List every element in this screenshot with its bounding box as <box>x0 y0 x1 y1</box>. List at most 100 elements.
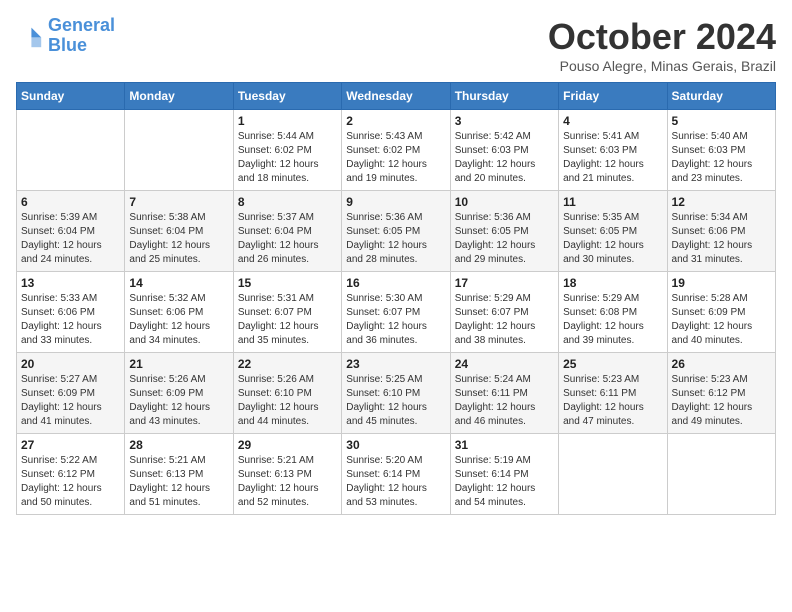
day-number: 8 <box>238 195 337 209</box>
day-number: 1 <box>238 114 337 128</box>
logo: General Blue <box>16 16 115 56</box>
day-info: Sunrise: 5:41 AM Sunset: 6:03 PM Dayligh… <box>563 130 662 186</box>
logo-line1: General <box>48 15 115 35</box>
day-info: Sunrise: 5:27 AM Sunset: 6:09 PM Dayligh… <box>21 373 120 429</box>
day-number: 16 <box>346 276 445 290</box>
day-info: Sunrise: 5:42 AM Sunset: 6:03 PM Dayligh… <box>455 130 554 186</box>
day-number: 14 <box>129 276 228 290</box>
calendar-cell: 30Sunrise: 5:20 AM Sunset: 6:14 PM Dayli… <box>342 434 450 515</box>
day-number: 18 <box>563 276 662 290</box>
calendar-cell: 15 Sunrise: 5:31 AM Sunset: 6:07 PM Dayli… <box>233 272 341 353</box>
logo-line2: Blue <box>48 35 87 55</box>
day-info: Sunrise: 5:23 AM Sunset: 6:11 PM Dayligh… <box>563 373 662 429</box>
day-number: 13 <box>21 276 120 290</box>
day-info: Sunrise: 5:43 AM Sunset: 6:02 PM Dayligh… <box>346 130 445 186</box>
day-info: Sunrise: 5:39 AM Sunset: 6:04 PM Dayligh… <box>21 211 120 267</box>
calendar-cell: 20Sunrise: 5:27 AM Sunset: 6:09 PM Dayli… <box>17 353 125 434</box>
calendar-cell: 23Sunrise: 5:25 AM Sunset: 6:10 PM Dayli… <box>342 353 450 434</box>
day-info: Sunrise: 5:32 AM Sunset: 6:06 PM Dayligh… <box>129 292 228 348</box>
day-info: Sunrise: 5:36 AM Sunset: 6:05 PM Dayligh… <box>346 211 445 267</box>
col-tuesday: Tuesday <box>233 83 341 110</box>
day-info: Sunrise: 5:37 AM Sunset: 6:04 PM Dayligh… <box>238 211 337 267</box>
calendar-cell: 24 Sunrise: 5:24 AM Sunset: 6:11 PM Dayli… <box>450 353 558 434</box>
calendar-cell: 22Sunrise: 5:26 AM Sunset: 6:10 PM Dayli… <box>233 353 341 434</box>
day-number: 17 <box>455 276 554 290</box>
page-header: General Blue October 2024 Pouso Alegre, … <box>16 16 776 74</box>
day-number: 25 <box>563 357 662 371</box>
calendar-cell: 8 Sunrise: 5:37 AM Sunset: 6:04 PM Daylig… <box>233 191 341 272</box>
calendar-cell: 21 Sunrise: 5:26 AM Sunset: 6:09 PM Dayli… <box>125 353 233 434</box>
month-title: October 2024 <box>548 16 776 58</box>
calendar-cell: 29 Sunrise: 5:21 AM Sunset: 6:13 PM Dayli… <box>233 434 341 515</box>
calendar-week-1: 1Sunrise: 5:44 AM Sunset: 6:02 PM Daylig… <box>17 110 776 191</box>
day-info: Sunrise: 5:22 AM Sunset: 6:12 PM Dayligh… <box>21 454 120 510</box>
calendar-cell: 31 Sunrise: 5:19 AM Sunset: 6:14 PM Dayli… <box>450 434 558 515</box>
day-number: 26 <box>672 357 771 371</box>
day-info: Sunrise: 5:35 AM Sunset: 6:05 PM Dayligh… <box>563 211 662 267</box>
day-number: 29 <box>238 438 337 452</box>
calendar-cell: 18 Sunrise: 5:29 AM Sunset: 6:08 PM Dayli… <box>559 272 667 353</box>
col-monday: Monday <box>125 83 233 110</box>
day-number: 11 <box>563 195 662 209</box>
calendar-cell: 27 Sunrise: 5:22 AM Sunset: 6:12 PM Dayli… <box>17 434 125 515</box>
day-info: Sunrise: 5:30 AM Sunset: 6:07 PM Dayligh… <box>346 292 445 348</box>
col-sunday: Sunday <box>17 83 125 110</box>
day-number: 10 <box>455 195 554 209</box>
location-subtitle: Pouso Alegre, Minas Gerais, Brazil <box>548 58 776 74</box>
day-number: 19 <box>672 276 771 290</box>
day-info: Sunrise: 5:36 AM Sunset: 6:05 PM Dayligh… <box>455 211 554 267</box>
calendar-cell <box>17 110 125 191</box>
calendar-cell <box>125 110 233 191</box>
day-info: Sunrise: 5:26 AM Sunset: 6:09 PM Dayligh… <box>129 373 228 429</box>
day-number: 3 <box>455 114 554 128</box>
calendar-cell: 25 Sunrise: 5:23 AM Sunset: 6:11 PM Dayli… <box>559 353 667 434</box>
calendar-cell: 19 Sunrise: 5:28 AM Sunset: 6:09 PM Dayli… <box>667 272 775 353</box>
title-block: October 2024 Pouso Alegre, Minas Gerais,… <box>548 16 776 74</box>
day-info: Sunrise: 5:38 AM Sunset: 6:04 PM Dayligh… <box>129 211 228 267</box>
day-info: Sunrise: 5:19 AM Sunset: 6:14 PM Dayligh… <box>455 454 554 510</box>
day-info: Sunrise: 5:34 AM Sunset: 6:06 PM Dayligh… <box>672 211 771 267</box>
calendar-cell: 14 Sunrise: 5:32 AM Sunset: 6:06 PM Dayli… <box>125 272 233 353</box>
calendar-cell: 10 Sunrise: 5:36 AM Sunset: 6:05 PM Dayli… <box>450 191 558 272</box>
calendar-cell <box>559 434 667 515</box>
col-thursday: Thursday <box>450 83 558 110</box>
calendar-cell: 13 Sunrise: 5:33 AM Sunset: 6:06 PM Dayli… <box>17 272 125 353</box>
calendar-header-row: Sunday Monday Tuesday Wednesday Thursday… <box>17 83 776 110</box>
calendar-cell <box>667 434 775 515</box>
calendar-cell: 3 Sunrise: 5:42 AM Sunset: 6:03 PM Daylig… <box>450 110 558 191</box>
calendar-cell: 12 Sunrise: 5:34 AM Sunset: 6:06 PM Dayli… <box>667 191 775 272</box>
day-number: 31 <box>455 438 554 452</box>
day-number: 9 <box>346 195 445 209</box>
day-info: Sunrise: 5:21 AM Sunset: 6:13 PM Dayligh… <box>129 454 228 510</box>
logo-icon <box>16 22 44 50</box>
day-info: Sunrise: 5:33 AM Sunset: 6:06 PM Dayligh… <box>21 292 120 348</box>
day-info: Sunrise: 5:29 AM Sunset: 6:08 PM Dayligh… <box>563 292 662 348</box>
calendar-cell: 4 Sunrise: 5:41 AM Sunset: 6:03 PM Daylig… <box>559 110 667 191</box>
calendar-cell: 5Sunrise: 5:40 AM Sunset: 6:03 PM Daylig… <box>667 110 775 191</box>
day-info: Sunrise: 5:31 AM Sunset: 6:07 PM Dayligh… <box>238 292 337 348</box>
day-number: 4 <box>563 114 662 128</box>
logo-text: General Blue <box>48 16 115 56</box>
day-number: 27 <box>21 438 120 452</box>
day-number: 28 <box>129 438 228 452</box>
day-info: Sunrise: 5:21 AM Sunset: 6:13 PM Dayligh… <box>238 454 337 510</box>
day-number: 12 <box>672 195 771 209</box>
day-number: 21 <box>129 357 228 371</box>
day-number: 5 <box>672 114 771 128</box>
calendar-cell: 28 Sunrise: 5:21 AM Sunset: 6:13 PM Dayli… <box>125 434 233 515</box>
day-number: 30 <box>346 438 445 452</box>
day-number: 24 <box>455 357 554 371</box>
calendar-cell: 9 Sunrise: 5:36 AM Sunset: 6:05 PM Daylig… <box>342 191 450 272</box>
calendar-cell: 16 Sunrise: 5:30 AM Sunset: 6:07 PM Dayli… <box>342 272 450 353</box>
calendar-cell: 6Sunrise: 5:39 AM Sunset: 6:04 PM Daylig… <box>17 191 125 272</box>
day-info: Sunrise: 5:28 AM Sunset: 6:09 PM Dayligh… <box>672 292 771 348</box>
calendar-cell: 11 Sunrise: 5:35 AM Sunset: 6:05 PM Dayli… <box>559 191 667 272</box>
day-number: 15 <box>238 276 337 290</box>
calendar-week-5: 27 Sunrise: 5:22 AM Sunset: 6:12 PM Dayli… <box>17 434 776 515</box>
calendar-week-2: 6Sunrise: 5:39 AM Sunset: 6:04 PM Daylig… <box>17 191 776 272</box>
day-info: Sunrise: 5:24 AM Sunset: 6:11 PM Dayligh… <box>455 373 554 429</box>
calendar-cell: 7 Sunrise: 5:38 AM Sunset: 6:04 PM Daylig… <box>125 191 233 272</box>
col-friday: Friday <box>559 83 667 110</box>
calendar-cell: 2Sunrise: 5:43 AM Sunset: 6:02 PM Daylig… <box>342 110 450 191</box>
day-number: 7 <box>129 195 228 209</box>
